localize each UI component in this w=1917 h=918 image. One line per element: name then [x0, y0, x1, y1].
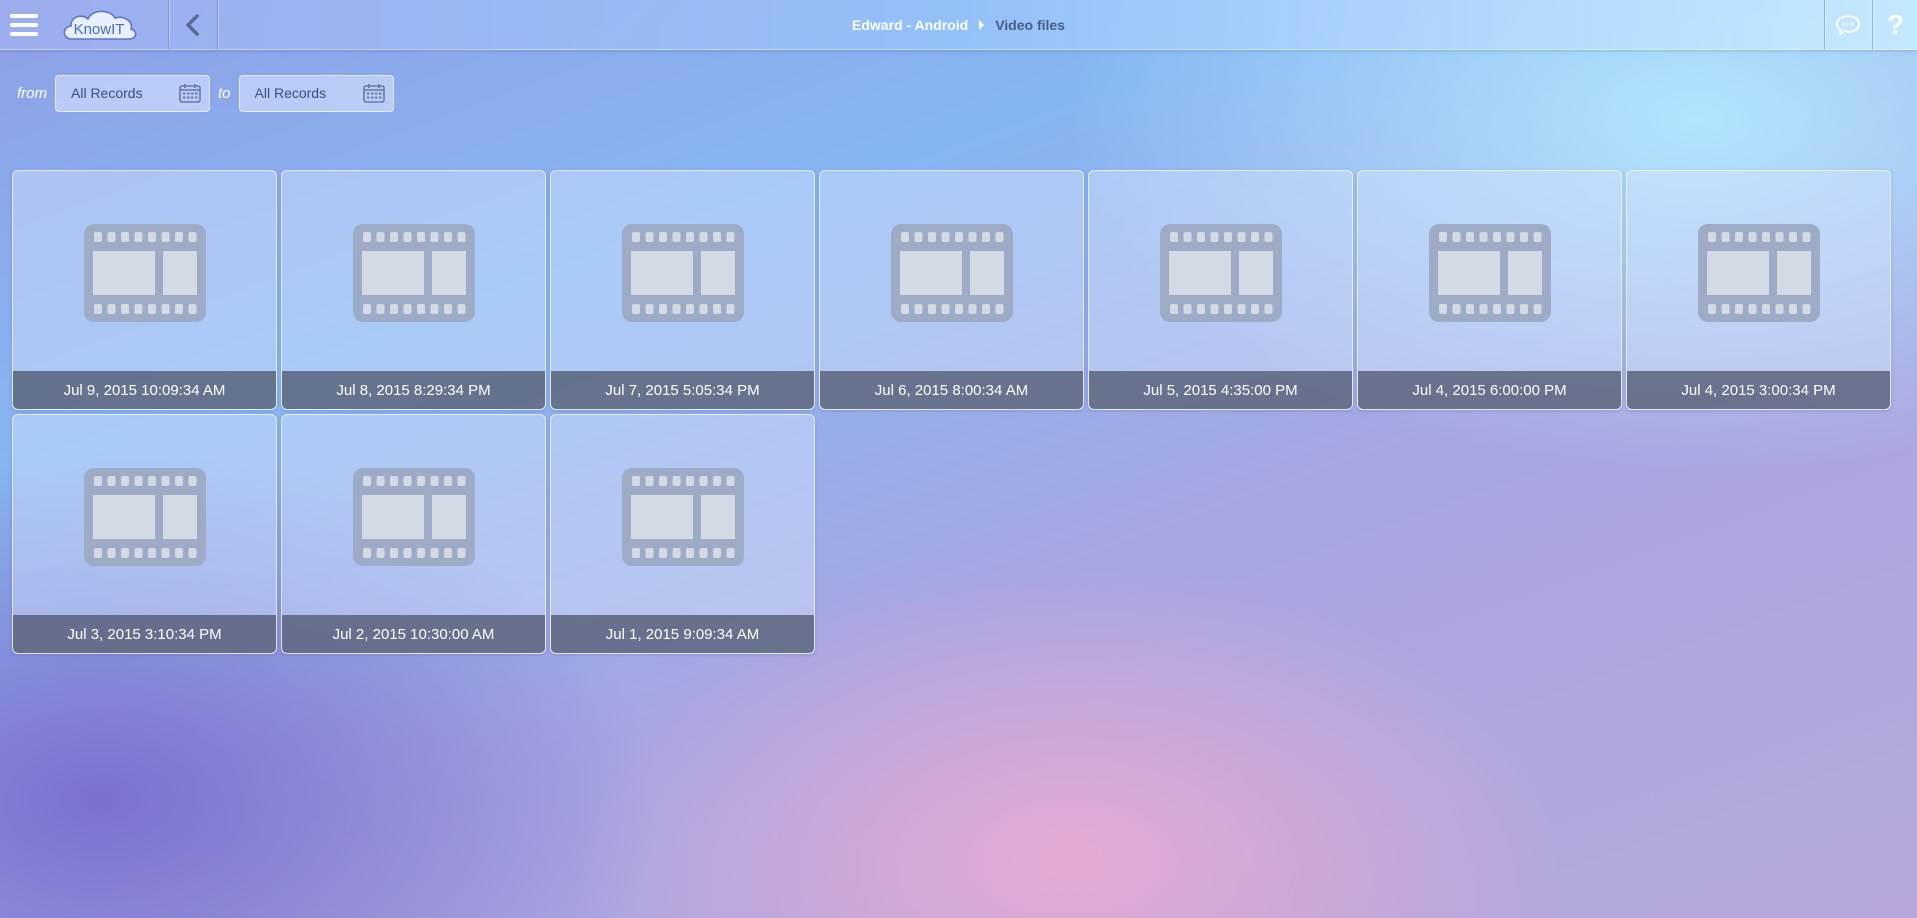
- film-strip-icon: [1429, 224, 1551, 322]
- film-strip-icon: [353, 224, 475, 322]
- video-tile-10[interactable]: Jul 1, 2015 9:09:34 AM: [550, 414, 815, 654]
- video-timestamp: Jul 5, 2015 4:35:00 PM: [1089, 371, 1352, 409]
- video-timestamp: Jul 6, 2015 8:00:34 AM: [820, 371, 1083, 409]
- video-timestamp: Jul 2, 2015 10:30:00 AM: [282, 615, 545, 653]
- chat-bubble-icon: [1836, 15, 1860, 35]
- video-timestamp: Jul 7, 2015 5:05:34 PM: [551, 371, 814, 409]
- film-strip-icon: [1160, 224, 1282, 322]
- film-strip-icon: [622, 224, 744, 322]
- film-strip-icon: [84, 224, 206, 322]
- film-strip-icon: [1698, 224, 1820, 322]
- video-tile-2[interactable]: Jul 8, 2015 8:29:34 PM: [281, 170, 546, 410]
- question-mark-icon: ?: [1886, 9, 1905, 40]
- from-date-picker[interactable]: [55, 74, 210, 112]
- to-label: to: [218, 84, 231, 102]
- to-date-input[interactable]: [254, 85, 360, 101]
- video-tile-8[interactable]: Jul 3, 2015 3:10:34 PM: [12, 414, 277, 654]
- from-label: from: [17, 84, 47, 102]
- calendar-icon: [362, 84, 385, 103]
- to-date-picker[interactable]: [238, 74, 394, 112]
- film-strip-icon: [891, 224, 1013, 322]
- video-timestamp: Jul 8, 2015 8:29:34 PM: [282, 371, 545, 409]
- top-bar: KnowIT Edward - Android Video files ?: [0, 0, 1917, 50]
- video-timestamp: Jul 4, 2015 3:00:34 PM: [1627, 371, 1890, 409]
- video-timestamp: Jul 1, 2015 9:09:34 AM: [551, 615, 814, 653]
- video-tile-1[interactable]: Jul 9, 2015 10:09:34 AM: [12, 170, 277, 410]
- video-timestamp: Jul 4, 2015 6:00:00 PM: [1358, 371, 1621, 409]
- video-tile-5[interactable]: Jul 5, 2015 4:35:00 PM: [1088, 170, 1353, 410]
- breadcrumb-device[interactable]: Edward - Android: [852, 17, 968, 33]
- video-tile-9[interactable]: Jul 2, 2015 10:30:00 AM: [281, 414, 546, 654]
- calendar-icon: [179, 84, 201, 103]
- breadcrumb-arrow-icon: [979, 20, 985, 30]
- chat-button[interactable]: [1825, 0, 1871, 50]
- video-timestamp: Jul 9, 2015 10:09:34 AM: [13, 371, 276, 409]
- video-timestamp: Jul 3, 2015 3:10:34 PM: [13, 615, 276, 653]
- film-strip-icon: [353, 468, 475, 566]
- video-tile-6[interactable]: Jul 4, 2015 6:00:00 PM: [1357, 170, 1622, 410]
- help-button[interactable]: ?: [1874, 0, 1917, 50]
- video-tile-7[interactable]: Jul 4, 2015 3:00:34 PM: [1626, 170, 1891, 410]
- film-strip-icon: [84, 468, 206, 566]
- video-tile-3[interactable]: Jul 7, 2015 5:05:34 PM: [550, 170, 815, 410]
- from-date-input[interactable]: [71, 85, 176, 101]
- breadcrumb: Edward - Android Video files: [0, 0, 1917, 50]
- video-grid: Jul 9, 2015 10:09:34 AM Jul 8, 2015 8:29…: [12, 170, 1898, 654]
- video-tile-4[interactable]: Jul 6, 2015 8:00:34 AM: [819, 170, 1084, 410]
- date-filter: from to: [17, 74, 402, 112]
- breadcrumb-current: Video files: [995, 17, 1065, 33]
- film-strip-icon: [622, 468, 744, 566]
